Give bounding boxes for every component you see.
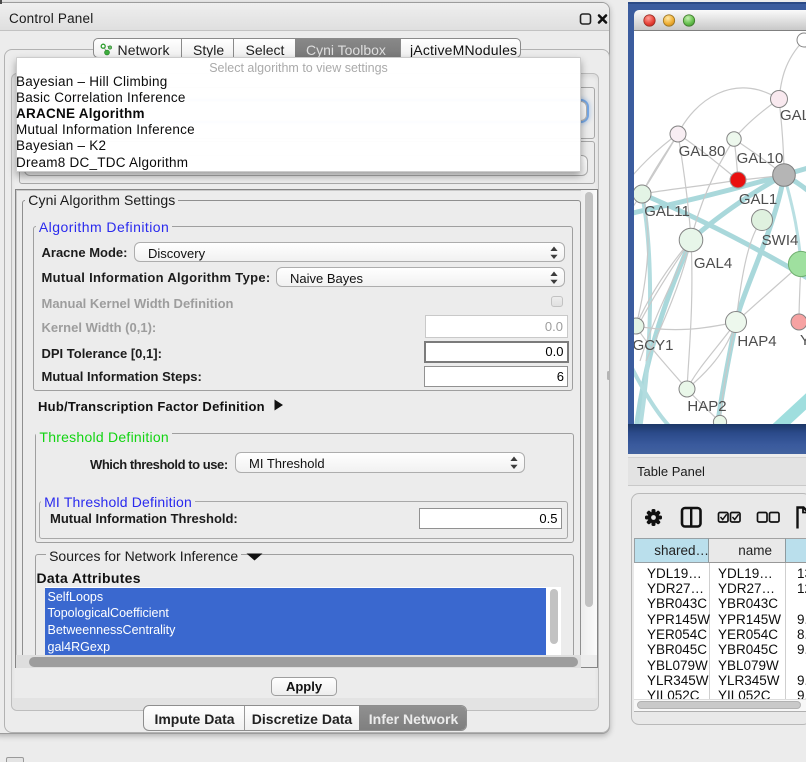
svg-text:Y: Y [800, 332, 806, 349]
svg-text:GAL10: GAL10 [737, 150, 784, 167]
svg-text:HAP4: HAP4 [737, 333, 776, 350]
svg-text:HAP2: HAP2 [687, 398, 726, 415]
svg-text:GAL11: GAL11 [644, 203, 690, 220]
svg-text:GAL1: GAL1 [739, 191, 777, 208]
svg-text:SWI4: SWI4 [762, 232, 799, 249]
svg-text:GAL4: GAL4 [694, 255, 732, 272]
svg-text:GCY1: GCY1 [634, 337, 673, 354]
svg-text:GAL6: GAL6 [780, 107, 806, 124]
svg-text:GAL80: GAL80 [679, 143, 726, 160]
